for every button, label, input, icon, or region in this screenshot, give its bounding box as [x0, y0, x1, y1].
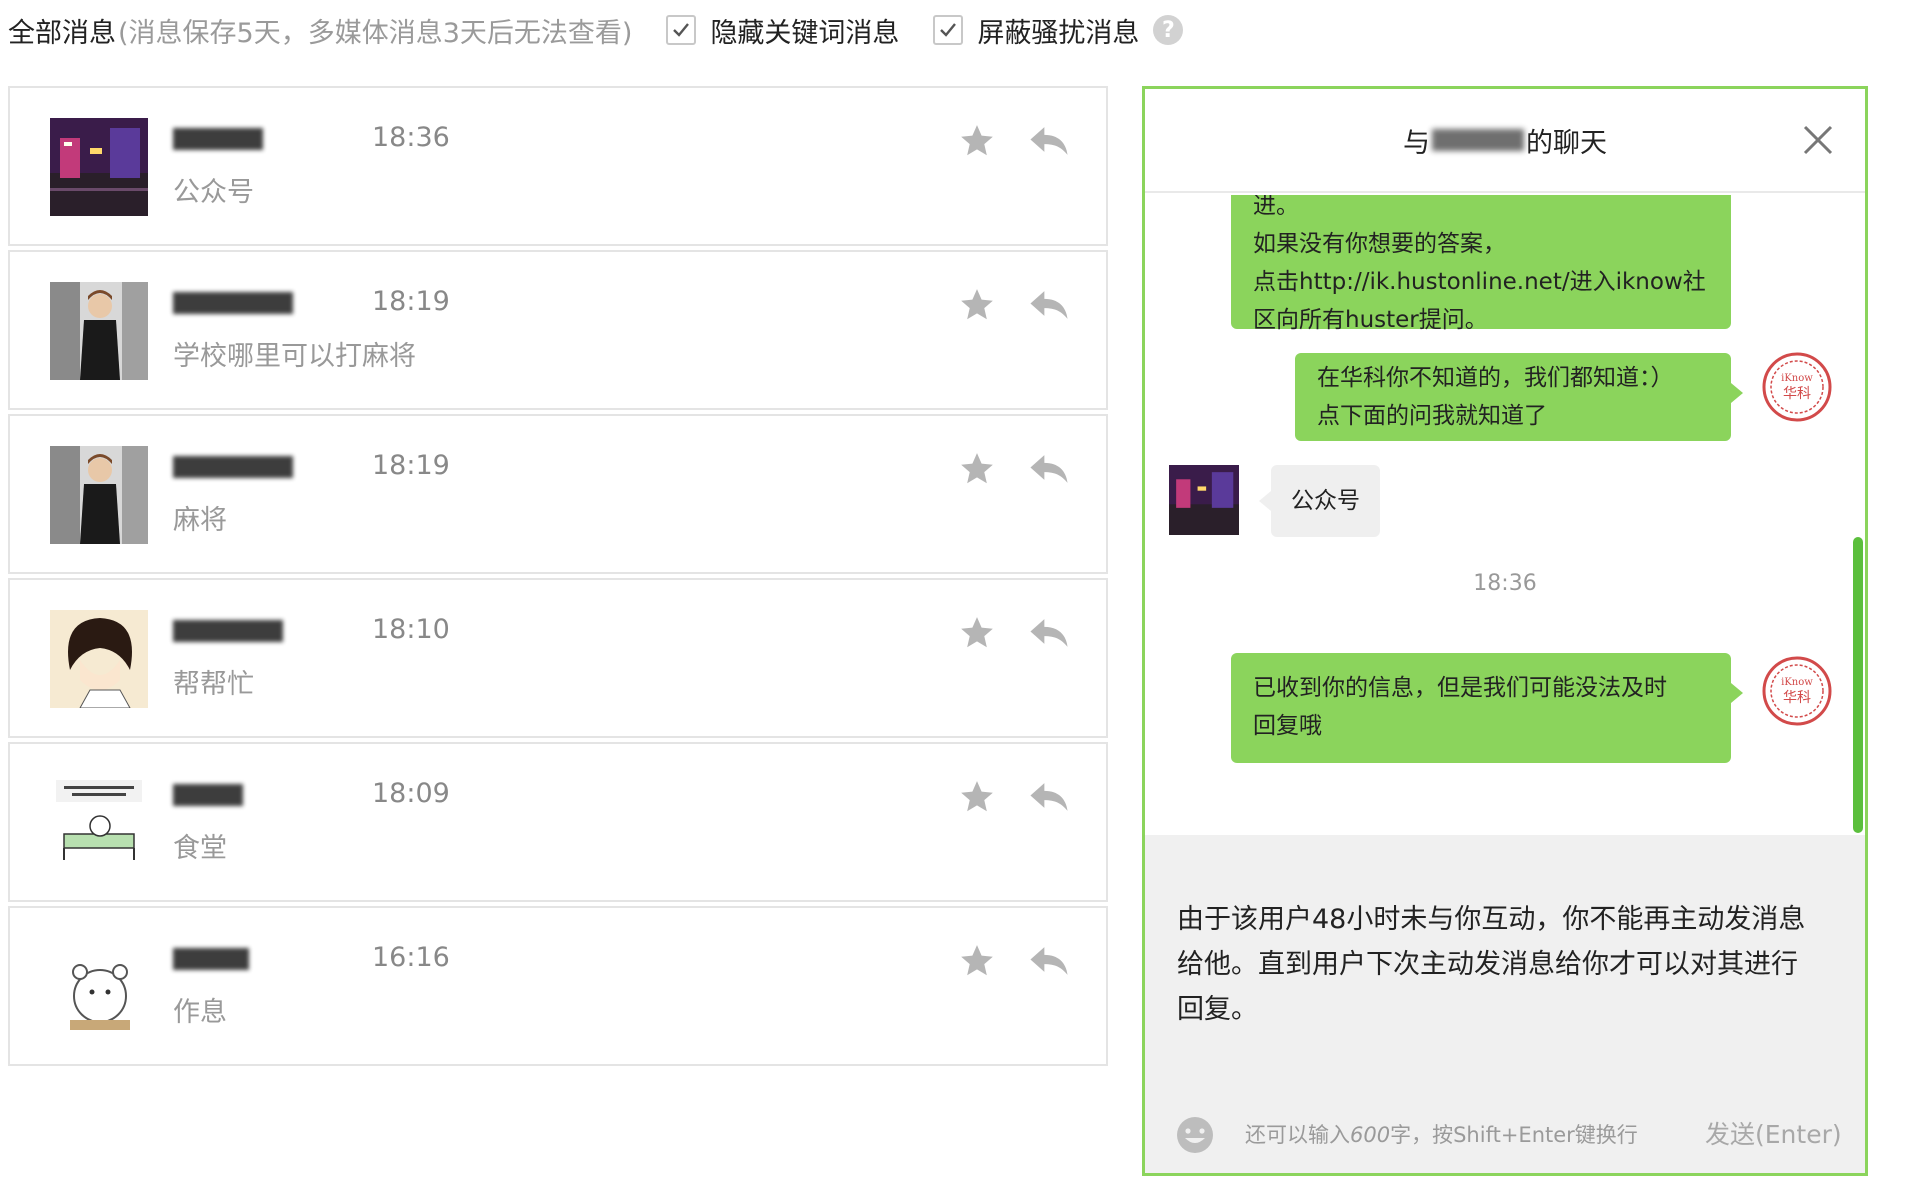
- incoming-message-bubble: 公众号: [1259, 465, 1380, 537]
- sender-name-blurred: [173, 122, 293, 156]
- chat-scrollbar[interactable]: [1853, 537, 1863, 833]
- sender-name-blurred: [173, 614, 293, 648]
- message-item[interactable]: 18:19 麻将: [8, 414, 1108, 574]
- hide-keyword-checkbox[interactable]: [666, 15, 697, 45]
- message-item[interactable]: 18:36 公众号: [8, 86, 1108, 246]
- message-preview: 帮帮忙: [173, 669, 254, 700]
- notice-line: 回复。: [1177, 994, 1258, 1025]
- outgoing-message-bubble: 已收到你的信息，但是我们可能没法及时 回复哦: [1231, 653, 1743, 763]
- notice-line: 给他。直到用户下次主动发消息给你才可以对其进行: [1177, 949, 1798, 980]
- message-time: 18:19: [372, 286, 450, 317]
- reply-icon[interactable]: [1028, 616, 1070, 650]
- input-toolbar: 还可以输入600字，按Shift+Enter键换行 发送(Enter): [1145, 1095, 1865, 1173]
- reply-icon[interactable]: [1028, 124, 1070, 158]
- sender-name-blurred: [173, 450, 293, 484]
- char-remaining-count: 600: [1350, 1123, 1391, 1147]
- message-time: 16:16: [372, 942, 450, 973]
- retention-note: (消息保存5天，多媒体消息3天后无法查看): [118, 17, 633, 49]
- close-icon[interactable]: [1801, 123, 1835, 157]
- star-icon[interactable]: [958, 122, 996, 160]
- block-spam-label[interactable]: 屏蔽骚扰消息: [977, 11, 1139, 50]
- night-street-avatar[interactable]: [50, 118, 148, 216]
- message-preview: 公众号: [173, 177, 254, 208]
- filter-bar: 全部消息 (消息保存5天，多媒体消息3天后无法查看) 隐藏关键词消息 屏蔽骚扰消…: [8, 10, 1184, 50]
- bubble-line: 在华科你不知道的，我们都知道：）: [1317, 365, 1674, 391]
- message-preview: 食堂: [173, 833, 227, 864]
- outgoing-message-bubble: 进。 如果没有你想要的答案， 点击http://ik.hustonline.ne…: [1231, 195, 1731, 333]
- sender-name-blurred: [173, 942, 293, 976]
- question-circle-icon[interactable]: ?: [1153, 15, 1184, 45]
- sender-name-blurred: [173, 778, 293, 812]
- emoji-icon[interactable]: [1175, 1115, 1215, 1155]
- checkmark-icon: [673, 23, 690, 37]
- block-spam-checkbox[interactable]: [933, 15, 964, 45]
- message-item[interactable]: 18:09 食堂: [8, 742, 1108, 902]
- message-time: 18:10: [372, 614, 450, 645]
- bubble-line: 回复哦: [1253, 713, 1322, 739]
- cartoon-girl-avatar[interactable]: [50, 610, 148, 708]
- iknow-stamp-avatar: iKnow 华科: [1761, 351, 1833, 423]
- chat-input-area: 由于该用户48小时未与你互动，你不能再主动发消息 给他。直到用户下次主动发消息给…: [1145, 835, 1865, 1173]
- bubble-line: 进。: [1253, 195, 1299, 219]
- message-time: 18:36: [372, 122, 450, 153]
- svg-text:华科: 华科: [1783, 386, 1811, 402]
- chat-timestamp: 18:36: [1473, 571, 1537, 596]
- star-icon[interactable]: [958, 942, 996, 980]
- cartoon-bear-avatar[interactable]: [50, 938, 148, 1036]
- sticker-bed-avatar[interactable]: [50, 774, 148, 872]
- hide-keyword-label[interactable]: 隐藏关键词消息: [710, 11, 899, 50]
- man-in-jacket-avatar[interactable]: [50, 282, 148, 380]
- night-street-avatar[interactable]: [1169, 465, 1239, 535]
- send-button[interactable]: 发送(Enter): [1705, 1115, 1842, 1151]
- star-icon[interactable]: [958, 286, 996, 324]
- chat-panel: 与 的聊天 进。 如果没有你想要的答案， 点击http://ik.hustonl…: [1142, 86, 1868, 1176]
- reply-icon[interactable]: [1028, 780, 1070, 814]
- char-count-hint: 还可以输入600字，按Shift+Enter键换行: [1245, 1119, 1638, 1149]
- reply-icon[interactable]: [1028, 944, 1070, 978]
- char-hint-prefix: 还可以输入: [1245, 1123, 1350, 1147]
- bubble-line: 点击http://ik.hustonline.net/进入iknow社: [1253, 269, 1706, 295]
- char-hint-suffix: 字，按Shift+Enter键换行: [1390, 1123, 1638, 1147]
- message-list: 18:36 公众号 18:19 学校哪里可以打麻将 18:19 麻将 18:10…: [8, 86, 1108, 1194]
- star-icon[interactable]: [958, 614, 996, 652]
- reply-icon[interactable]: [1028, 452, 1070, 486]
- chat-title-prefix: 与: [1403, 127, 1430, 159]
- man-in-jacket-avatar[interactable]: [50, 446, 148, 544]
- message-item[interactable]: 18:10 帮帮忙: [8, 578, 1108, 738]
- message-item[interactable]: 16:16 作息: [8, 906, 1108, 1066]
- bubble-line: 点下面的问我就知道了: [1317, 403, 1547, 429]
- message-time: 18:19: [372, 450, 450, 481]
- notice-line: 由于该用户48小时未与你互动，你不能再主动发消息: [1177, 904, 1806, 935]
- chat-title-suffix: 的聊天: [1526, 127, 1607, 159]
- svg-text:iKnow: iKnow: [1781, 373, 1813, 384]
- svg-text:iKnow: iKnow: [1781, 677, 1813, 688]
- message-preview: 麻将: [173, 505, 227, 536]
- bubble-line: 区向所有huster提问。: [1253, 307, 1488, 333]
- all-messages-title: 全部消息: [8, 17, 116, 49]
- chat-partner-name-blurred: [1432, 129, 1524, 151]
- bubble-line: 如果没有你想要的答案，: [1253, 231, 1506, 257]
- iknow-stamp-avatar: iKnow 华科: [1761, 655, 1833, 727]
- star-icon[interactable]: [958, 778, 996, 816]
- bubble-line: 已收到你的信息，但是我们可能没法及时: [1253, 675, 1667, 701]
- chat-header: 与 的聊天: [1145, 89, 1865, 193]
- outgoing-message-bubble: 在华科你不知道的，我们都知道：） 点下面的问我就知道了: [1295, 353, 1743, 441]
- svg-text:华科: 华科: [1783, 690, 1811, 706]
- reply-icon[interactable]: [1028, 288, 1070, 322]
- message-preview: 作息: [173, 997, 227, 1028]
- message-preview: 学校哪里可以打麻将: [173, 341, 416, 372]
- chat-history[interactable]: 进。 如果没有你想要的答案， 点击http://ik.hustonline.ne…: [1145, 195, 1865, 835]
- message-time: 18:09: [372, 778, 450, 809]
- sender-name-blurred: [173, 286, 293, 320]
- message-item[interactable]: 18:19 学校哪里可以打麻将: [8, 250, 1108, 410]
- checkmark-icon: [940, 23, 957, 37]
- cannot-reply-notice: 由于该用户48小时未与你互动，你不能再主动发消息 给他。直到用户下次主动发消息给…: [1177, 897, 1857, 1032]
- star-icon[interactable]: [958, 450, 996, 488]
